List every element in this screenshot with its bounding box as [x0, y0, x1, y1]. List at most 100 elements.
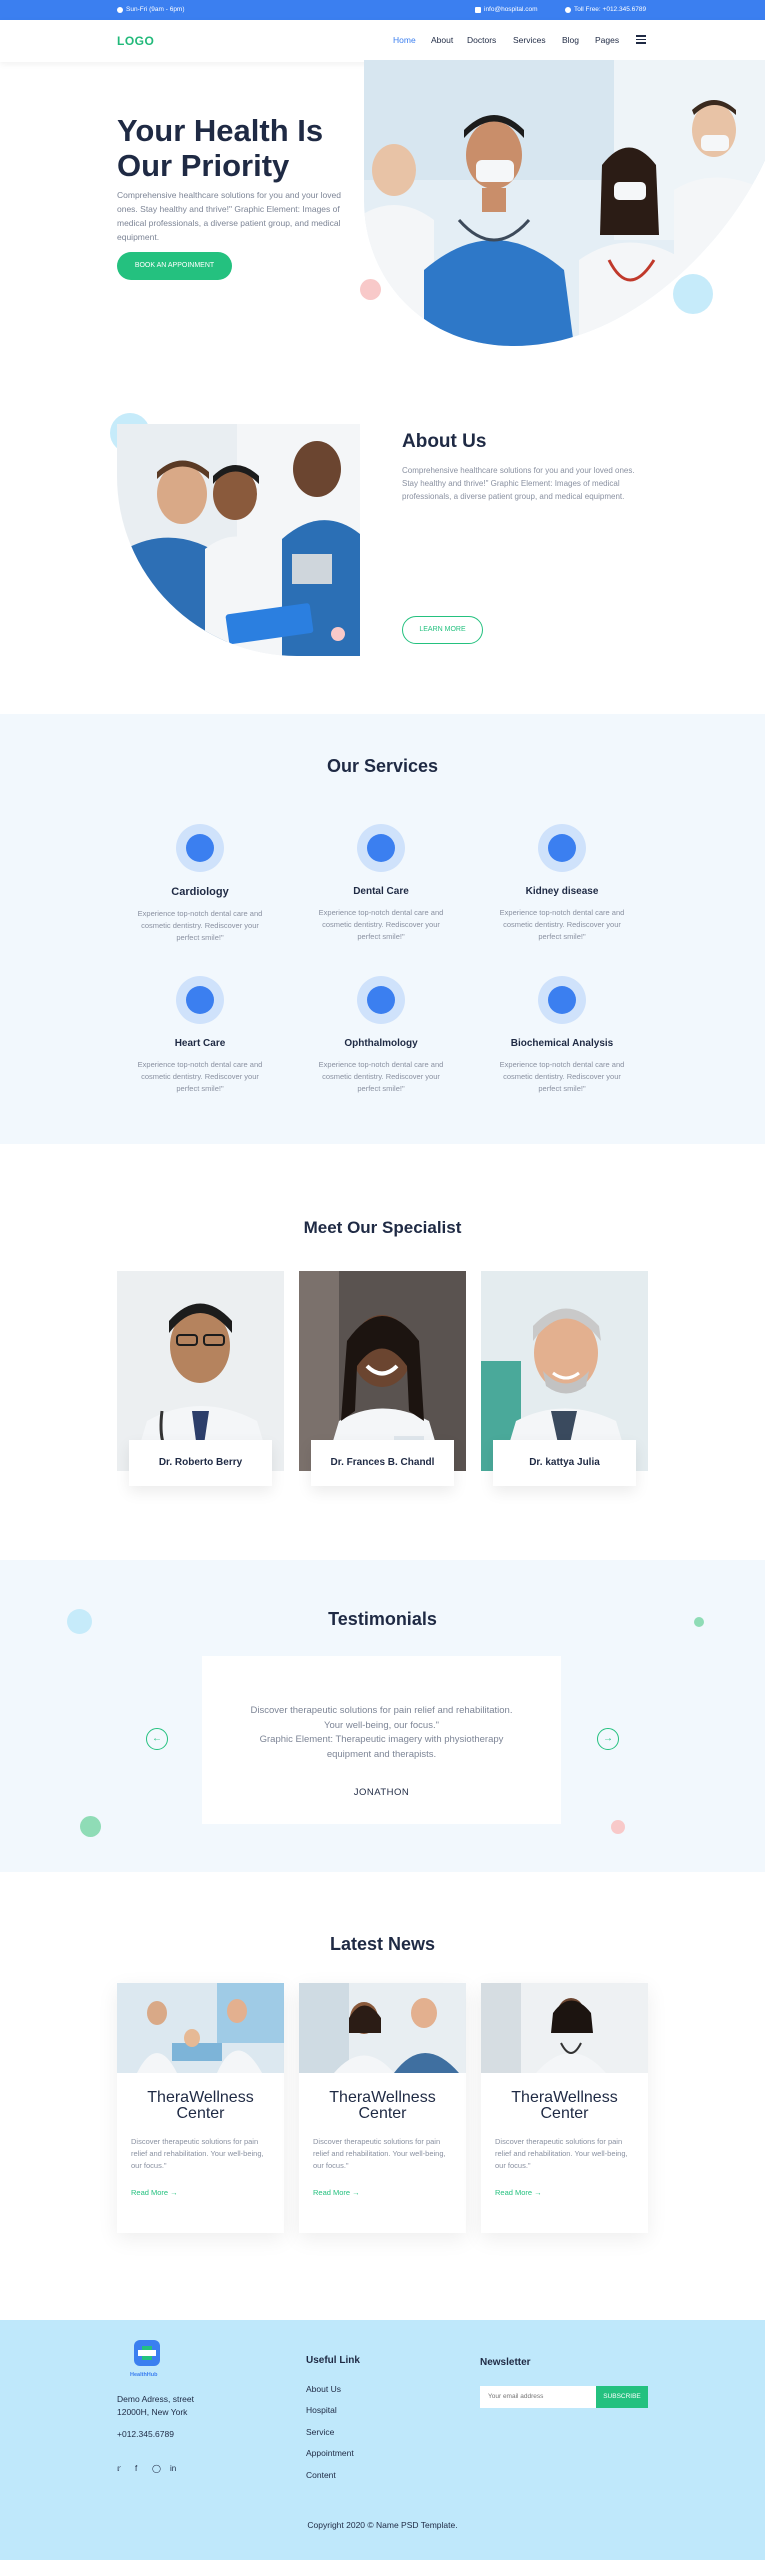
hours-text: Sun-Fri (9am - 6pm)	[126, 6, 185, 13]
service-name: Kidney disease	[525, 886, 599, 897]
flask-icon	[538, 976, 586, 1024]
service-ophthalmology[interactable]: Ophthalmology Experience top-notch denta…	[311, 976, 451, 1095]
arrow-right-icon[interactable]: →	[597, 1728, 619, 1750]
service-desc: Experience top-notch dental care and cos…	[318, 908, 444, 941]
hero-title: Your Health Is Our Priority	[117, 113, 377, 183]
footer-address: Demo Adress, street 12000H, New York	[117, 2393, 194, 2419]
heart-pulse-icon	[176, 976, 224, 1024]
service-name: Ophthalmology	[344, 1038, 418, 1049]
about-text: Comprehensive healthcare solutions for y…	[402, 466, 635, 501]
service-desc: Experience top-notch dental care and cos…	[318, 1060, 444, 1093]
phone-info[interactable]: Toll Free: +012.345.6789	[565, 6, 646, 13]
read-more-link[interactable]: Read More →	[495, 2188, 542, 2197]
newsletter-email-input[interactable]	[480, 2386, 596, 2408]
kidney-icon	[538, 824, 586, 872]
quote-line-1: Discover therapeutic solutions for pain …	[250, 1705, 513, 1716]
mail-icon	[475, 6, 481, 13]
specialist-name-3: Dr. kattya Julia	[493, 1440, 636, 1486]
hero-title-line1: Your Health Is	[117, 113, 324, 148]
news-title: Latest News	[329, 1934, 436, 1954]
news-image	[299, 1983, 466, 2073]
news-card-1[interactable]: TheraWellness Center Discover therapeuti…	[117, 1983, 284, 2233]
service-name: Biochemical Analysis	[510, 1038, 614, 1049]
news-card-text: Discover therapeutic solutions for pain …	[313, 2137, 446, 2170]
service-name: Heart Care	[174, 1038, 226, 1049]
address-line-1: Demo Adress, street	[117, 2394, 195, 2404]
eye-icon	[357, 976, 405, 1024]
email-text[interactable]: info@hospital.com	[484, 6, 538, 13]
nav-home[interactable]: Home	[393, 35, 416, 45]
news-card-title: TheraWellness Center	[329, 2089, 436, 2122]
footer-link-hospital[interactable]: Hospital	[306, 2405, 337, 2415]
book-appointment-button[interactable]: BOOK AN APPOINMENT	[117, 252, 232, 280]
address-line-2: 12000H, New York	[117, 2407, 188, 2417]
decor-circle-green	[80, 1816, 101, 1837]
read-more-link[interactable]: Read More →	[313, 2188, 360, 2197]
phone-icon	[565, 6, 571, 13]
nav-services[interactable]: Services	[513, 35, 546, 45]
service-name: Cardiology	[171, 886, 229, 898]
news-image	[117, 1983, 284, 2073]
hours-info: Sun-Fri (9am - 6pm)	[117, 6, 185, 13]
service-biochemical-analysis[interactable]: Biochemical Analysis Experience top-notc…	[492, 976, 632, 1095]
footer-link-appointment[interactable]: Appointment	[306, 2448, 354, 2458]
service-desc: Experience top-notch dental care and cos…	[137, 1060, 263, 1093]
main-nav: LOGO Home About Doctors Services Blog Pa…	[0, 20, 765, 62]
service-dental-care[interactable]: Dental Care Experience top-notch dental …	[311, 824, 451, 943]
specialist-name-2: Dr. Frances B. Chandl	[311, 1440, 454, 1486]
specialists-title: Meet Our Specialist	[303, 1218, 462, 1237]
decor-circle-pink-about	[331, 627, 345, 641]
decor-circle-blue	[673, 274, 713, 314]
about-title: About Us	[402, 431, 487, 452]
testimonials-title: Testimonials	[328, 1609, 437, 1629]
phone-text[interactable]: Toll Free: +012.345.6789	[574, 6, 646, 13]
news-card-text: Discover therapeutic solutions for pain …	[131, 2137, 264, 2170]
instagram-icon[interactable]: ◯	[152, 2464, 161, 2473]
footer-link-service[interactable]: Service	[306, 2427, 334, 2437]
linkedin-icon[interactable]: in	[170, 2464, 176, 2473]
twitter-icon[interactable]: 𝕣	[117, 2464, 121, 2473]
email-info[interactable]: info@hospital.com	[475, 6, 538, 13]
news-card-text: Discover therapeutic solutions for pain …	[495, 2137, 628, 2170]
news-card-2[interactable]: TheraWellness Center Discover therapeuti…	[299, 1983, 466, 2233]
service-kidney-disease[interactable]: Kidney disease Experience top-notch dent…	[492, 824, 632, 943]
copyright: Copyright 2020 © Name PSD Template.	[307, 2520, 458, 2530]
footer-link-content[interactable]: Content	[306, 2470, 336, 2480]
news-image	[481, 1983, 648, 2073]
service-desc: Experience top-notch dental care and cos…	[499, 908, 625, 941]
hero-text: Comprehensive healthcare solutions for y…	[117, 190, 341, 242]
service-name: Dental Care	[353, 886, 409, 897]
logo[interactable]: LOGO	[117, 34, 154, 48]
menu-icon[interactable]	[636, 35, 646, 44]
learn-more-button[interactable]: LEARN MORE	[402, 616, 483, 644]
tooth-icon	[357, 824, 405, 872]
nav-doctors[interactable]: Doctors	[467, 35, 496, 45]
arrow-left-icon[interactable]: ←	[146, 1728, 168, 1750]
useful-links-title: Useful Link	[306, 2355, 360, 2366]
clock-icon	[117, 6, 123, 13]
subscribe-button[interactable]: SUBSCRIBE	[596, 2386, 648, 2408]
about-image	[117, 424, 360, 656]
service-cardiology[interactable]: Cardiology Experience top-notch dental c…	[130, 824, 270, 944]
service-desc: Experience top-notch dental care and cos…	[137, 909, 263, 942]
top-bar: Sun-Fri (9am - 6pm) info@hospital.com To…	[0, 0, 765, 20]
services-title: Our Services	[326, 756, 439, 776]
footer-phone[interactable]: +012.345.6789	[117, 2428, 174, 2441]
nav-pages[interactable]: Pages	[595, 35, 619, 45]
facebook-icon[interactable]: f	[135, 2464, 137, 2473]
footer-brand: HealthHub	[130, 2372, 158, 2378]
decor-circle-pink-testi	[611, 1820, 625, 1834]
quote-line-4: equipment and therapists.	[326, 1748, 437, 1760]
footer-link-about[interactable]: About Us	[306, 2384, 341, 2394]
nav-blog[interactable]: Blog	[562, 35, 579, 45]
nav-about[interactable]: About	[431, 35, 453, 45]
newsletter-title: Newsletter	[480, 2357, 531, 2368]
service-heart-care[interactable]: Heart Care Experience top-notch dental c…	[130, 976, 270, 1095]
hero-title-line2: Our Priority	[117, 148, 290, 183]
testimonial-author: JONATHON	[353, 1787, 410, 1798]
quote-line-3: Graphic Element: Therapeutic imagery wit…	[259, 1734, 504, 1745]
news-card-3[interactable]: TheraWellness Center Discover therapeuti…	[481, 1983, 648, 2233]
read-more-link[interactable]: Read More →	[131, 2188, 178, 2197]
doctors-discussion-image	[117, 424, 360, 656]
quote-line-2: Your well-being, our focus."	[324, 1719, 439, 1731]
